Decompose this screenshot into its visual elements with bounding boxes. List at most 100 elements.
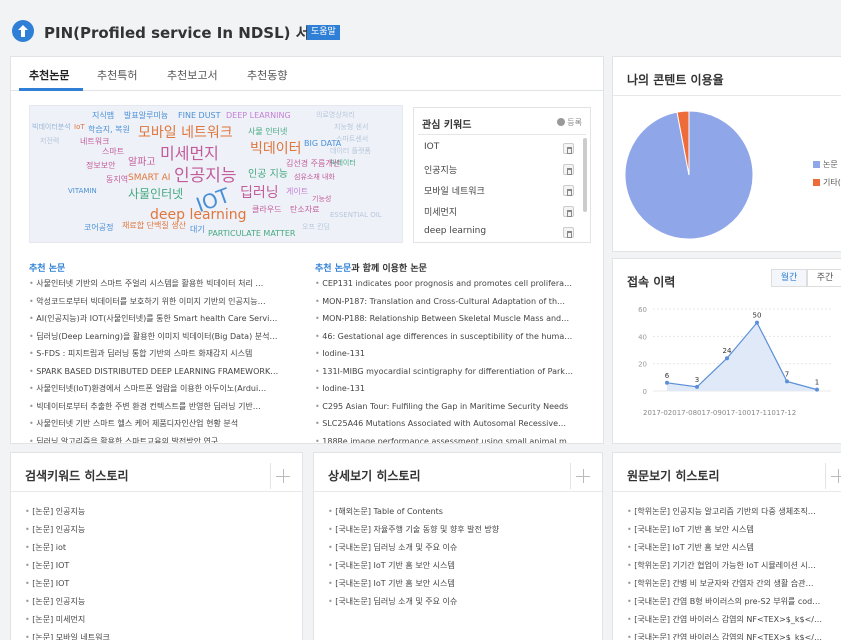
cloud-word[interactable]: 미세먼지 <box>160 146 219 162</box>
list-item[interactable]: [국내논문] IoT 기반 홈 보안 시스템 <box>328 575 590 593</box>
list-item[interactable]: 사물인터넷 기반의 스마트 주얼리 시스템을 활용한 빅데이터 처리 … <box>29 275 301 293</box>
help-button[interactable]: 도움말 <box>307 25 340 40</box>
cloud-word[interactable]: 지식맵 <box>92 112 114 120</box>
list-item[interactable]: Iodine-131 <box>315 345 589 363</box>
cloud-word[interactable]: 스마트 <box>102 148 124 156</box>
list-item[interactable]: [국내논문] IoT 기반 홈 보안 시스템 <box>328 557 590 575</box>
list-item[interactable]: [국내논문] 간염 B형 바이러스의 pre-S2 부위를 cod… <box>627 593 841 611</box>
list-item[interactable]: MON-P187: Translation and Cross-Cultural… <box>315 293 589 311</box>
list-item[interactable]: [국내논문] 자율주행 기술 동향 및 향후 발전 방향 <box>328 521 590 539</box>
data-point[interactable] <box>755 320 759 325</box>
cloud-word[interactable]: IoT <box>74 124 85 131</box>
plus-icon[interactable] <box>825 463 841 489</box>
toggle-weekly[interactable]: 주간 <box>807 269 841 287</box>
data-point[interactable] <box>815 387 819 392</box>
list-item[interactable]: [논문] 인공지능 <box>25 593 285 611</box>
cloud-word[interactable]: 동지역 <box>106 176 128 184</box>
list-item[interactable]: SPARK BASED DISTRIBUTED DEEP LEARNING FR… <box>29 363 301 381</box>
list-item[interactable]: [논문] IOT <box>25 575 285 593</box>
cloud-word[interactable]: 인공지능 <box>174 168 237 185</box>
list-item[interactable]: [학위논문] 간병 비 보균자와 간염자 간의 생활 습관… <box>627 575 841 593</box>
list-item[interactable]: [학위논문] 기기간 협업이 가능한 IoT 시뮬레이션 시… <box>627 557 841 575</box>
trash-icon[interactable] <box>563 185 574 196</box>
list-item[interactable]: Iodine-131 <box>315 380 589 398</box>
list-item[interactable]: [국내논문] 딥러닝 소개 및 주요 이슈 <box>328 593 590 611</box>
data-point[interactable] <box>665 380 669 385</box>
list-item[interactable]: [학위논문] 인공지능 알고리즘 기반의 다중 생체조직… <box>627 503 841 521</box>
tab-recommended-patents[interactable]: 추천특허 <box>97 67 137 83</box>
cloud-word[interactable]: 탄소자료 <box>290 206 319 214</box>
list-item[interactable]: 빅데이터로부터 추출한 주변 환경 컨텍스트를 반영한 딥러닝 기반… <box>29 398 301 416</box>
cloud-word[interactable]: 네트워크 <box>80 138 109 146</box>
trash-icon[interactable] <box>563 227 574 238</box>
cloud-word[interactable]: 빅데이터 <box>250 142 302 156</box>
list-item[interactable]: 사물인터넷 기반 스마트 헬스 케어 제품디자인산업 현황 분석 <box>29 415 301 433</box>
cloud-word[interactable]: 재료합 단백질 생산 <box>122 222 186 230</box>
cloud-word[interactable]: ESSENTIAL OIL <box>330 212 382 219</box>
list-item[interactable]: [국내논문] 간염 바이러스 감염의 NF<TEX>$_k$</… <box>627 611 841 629</box>
cloud-word[interactable]: FINE DUST <box>178 112 221 120</box>
cloud-word[interactable]: 딥러닝 <box>240 186 279 200</box>
plus-icon[interactable] <box>570 463 596 489</box>
list-item[interactable]: [논문] IOT <box>25 557 285 575</box>
tab-recommended-trends[interactable]: 추천동향 <box>247 67 287 83</box>
interest-keyword-item[interactable]: IOT <box>424 142 574 158</box>
cloud-word[interactable]: 사물인터넷 <box>128 188 183 200</box>
trash-icon[interactable] <box>563 206 574 217</box>
cloud-word[interactable]: 의료영상처리 <box>316 112 355 119</box>
trash-icon[interactable] <box>563 164 574 175</box>
interest-keyword-item[interactable]: 모바일 네트워크 <box>424 184 574 200</box>
list-item[interactable]: 악성코드로부터 빅데이터를 보호하기 위한 이미지 기반의 인공지능… <box>29 293 301 311</box>
trash-icon[interactable] <box>563 143 574 154</box>
list-item[interactable]: [논문] 모바일 네트워크 <box>25 629 285 640</box>
toggle-monthly[interactable]: 월간 <box>771 269 807 287</box>
list-item[interactable]: [국내논문] 간염 바이러스 감염의 NF<TEX>$_k$</… <box>627 629 841 640</box>
cloud-word[interactable]: 발표알루미늄 <box>124 112 168 120</box>
plus-icon[interactable] <box>270 463 296 489</box>
list-item[interactable]: AI(인공지능)과 IOT(사물인터넷)를 통한 Smart health Ca… <box>29 310 301 328</box>
cloud-word[interactable]: 게이트 <box>286 188 308 196</box>
data-point[interactable] <box>725 356 729 361</box>
list-item[interactable]: [논문] iot <box>25 539 285 557</box>
cloud-word[interactable]: 저전력 <box>40 138 59 145</box>
cloud-word[interactable]: 대기 <box>190 226 205 234</box>
interest-keyword-item[interactable]: 미세먼지 <box>424 205 574 221</box>
cloud-word[interactable]: 사물 인터넷 <box>248 128 287 136</box>
cloud-word[interactable]: 모바일 네트워크 <box>138 126 233 140</box>
data-point[interactable] <box>695 384 699 389</box>
list-item[interactable]: 46: Gestational age differences in susce… <box>315 328 589 346</box>
scrollbar[interactable] <box>583 138 587 212</box>
cloud-word[interactable]: DEEP LEARNING <box>226 112 291 120</box>
cloud-word[interactable]: VITAMIN <box>68 188 97 195</box>
cloud-word[interactable]: BIG DATA <box>304 140 341 148</box>
list-item[interactable]: MON-P188: Relationship Between Skeletal … <box>315 310 589 328</box>
cloud-word[interactable]: 김선경 주름개선 <box>286 160 340 168</box>
cloud-word[interactable]: deep learning <box>150 208 247 222</box>
list-item[interactable]: [국내논문] IoT 기반 홈 보안 시스템 <box>627 539 841 557</box>
cloud-word[interactable]: 클라우드 <box>252 206 281 214</box>
cloud-word[interactable]: 학습지, 복원 <box>88 126 130 134</box>
cloud-word[interactable]: 알파고 <box>128 158 156 168</box>
list-item[interactable]: 딥러닝(Deep Learning)을 활용한 이미지 빅데이터(Big Dat… <box>29 328 301 346</box>
list-item[interactable]: [해외논문] Table of Contents <box>328 503 590 521</box>
cloud-word[interactable]: 기능성 <box>312 196 331 203</box>
list-item[interactable]: [논문] 인공지능 <box>25 503 285 521</box>
interest-keyword-item[interactable]: deep learning <box>424 226 574 242</box>
list-item[interactable]: [국내논문] 딥러닝 소개 및 주요 이슈 <box>328 539 590 557</box>
list-item[interactable]: [국내논문] IoT 기반 홈 보안 시스템 <box>627 521 841 539</box>
data-point[interactable] <box>785 379 789 384</box>
cloud-word[interactable]: 정보보안 <box>86 162 115 170</box>
cloud-word[interactable]: 빅데이터분석 <box>32 124 71 131</box>
cloud-word[interactable]: 섬유소재 내화 <box>294 174 335 181</box>
cloud-word[interactable]: 오프 킨딩 <box>302 224 330 231</box>
cloud-word[interactable]: 코어공정 <box>84 224 113 232</box>
list-item[interactable]: 사물인터넷(IoT)환경에서 스마트폰 얼람을 이용한 아두이노(Ardui… <box>29 380 301 398</box>
list-item[interactable]: 131I-MIBG myocardial scintigraphy for di… <box>315 363 589 381</box>
cloud-word[interactable]: 인공 지능 <box>248 170 288 180</box>
cloud-word[interactable]: SMART AI <box>128 174 170 183</box>
list-item[interactable]: SLC25A46 Mutations Associated with Autos… <box>315 415 589 433</box>
list-item[interactable]: S-FDS : 피지트립과 딥러닝 통합 기반의 스마트 화재감지 시스템 <box>29 345 301 363</box>
tab-recommended-reports[interactable]: 추천보고서 <box>167 67 218 83</box>
cloud-word[interactable]: 지능형 센서 <box>334 124 368 131</box>
list-item[interactable]: 188Re image performance assessment using… <box>315 433 589 444</box>
